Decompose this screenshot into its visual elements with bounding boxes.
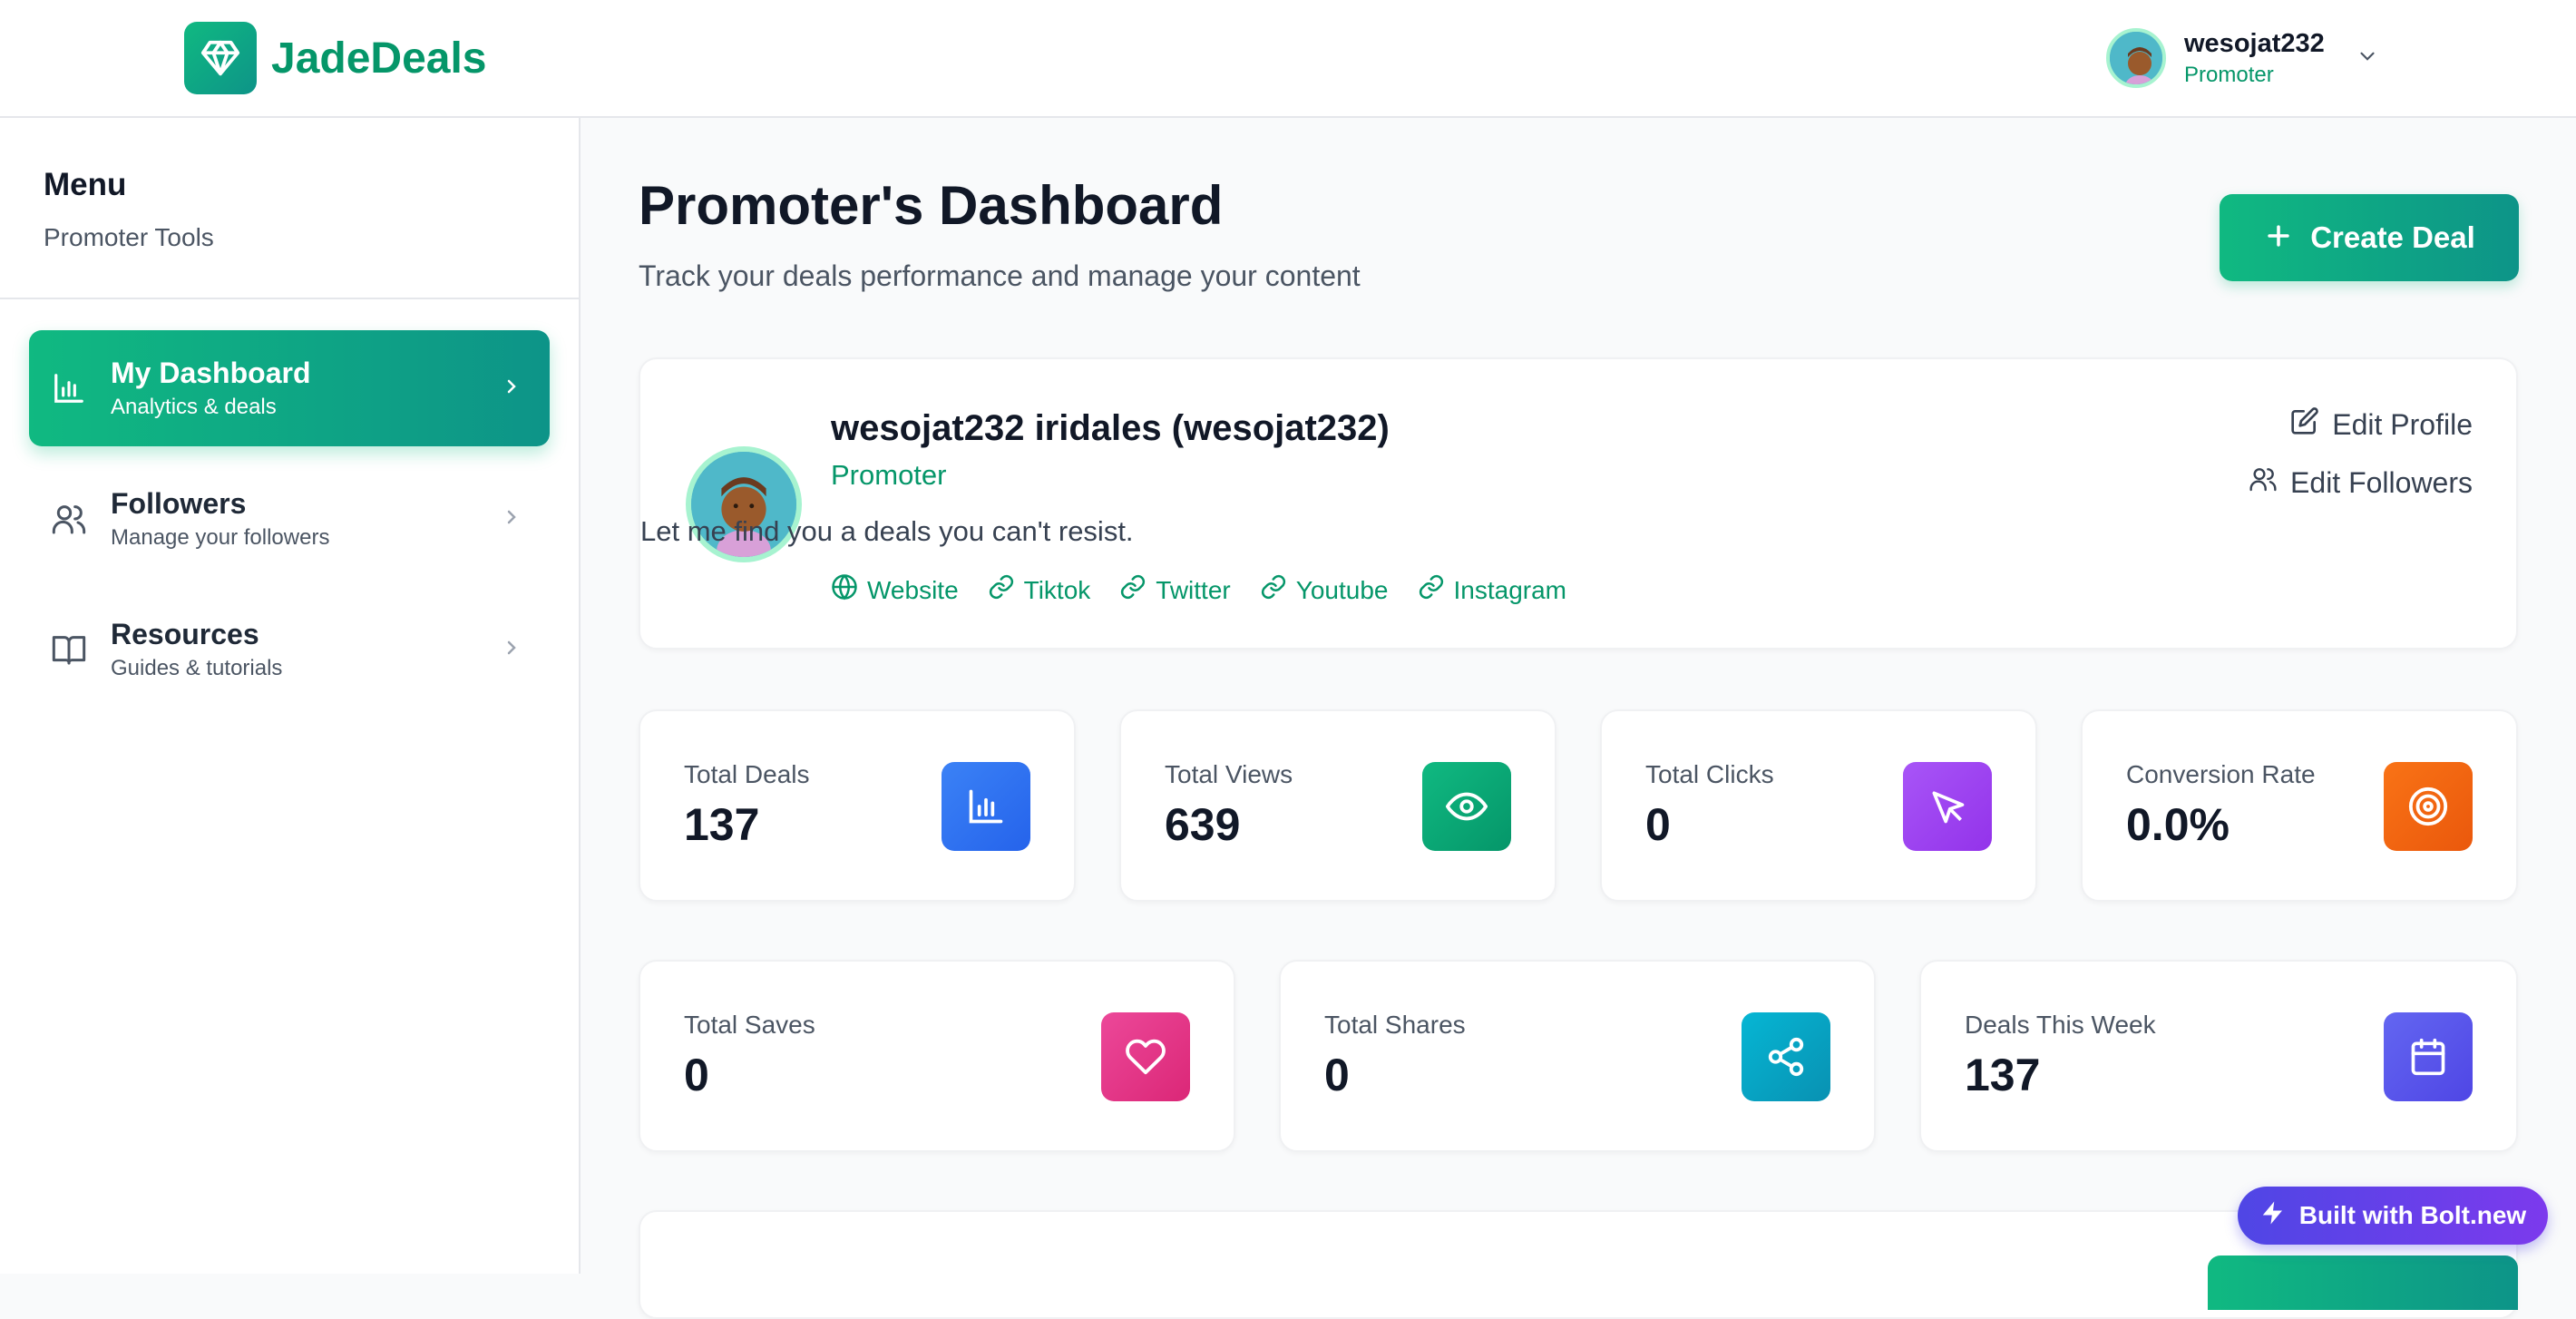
stat-card-total-shares: Total Shares 0: [1279, 960, 1876, 1152]
users-icon: [49, 499, 89, 539]
user-role: Promoter: [2184, 63, 2274, 87]
sidebar-item-resources[interactable]: Resources Guides & tutorials: [29, 591, 550, 708]
stat-value: 0.0%: [2126, 799, 2230, 850]
stat-value: 137: [684, 799, 760, 850]
profile-name: wesojat232 iridales (wesojat232): [831, 408, 1390, 448]
stat-value: 0: [1324, 1050, 1350, 1100]
link-icon: [1119, 573, 1147, 607]
youtube-link[interactable]: Youtube: [1260, 573, 1389, 607]
link-label: Website: [867, 575, 959, 604]
website-link[interactable]: Website: [831, 573, 959, 607]
stat-card-total-views: Total Views 639: [1119, 709, 1556, 902]
stat-card-total-saves: Total Saves 0: [639, 960, 1235, 1152]
stat-label: Total Clicks: [1645, 760, 1774, 788]
stat-label: Total Shares: [1324, 1011, 1466, 1039]
app-name: JadeDeals: [271, 34, 487, 83]
calendar-icon: [2384, 1012, 2473, 1101]
cursor-icon: [1903, 762, 1992, 851]
heart-icon: [1101, 1012, 1190, 1101]
create-deal-button[interactable]: Create Deal: [2220, 194, 2519, 281]
share-icon: [1742, 1012, 1830, 1101]
book-icon: [49, 630, 89, 669]
stat-label: Total Views: [1165, 760, 1293, 788]
sidebar-subtitle: Promoter Tools: [44, 223, 214, 251]
stat-label: Conversion Rate: [2126, 760, 2316, 788]
edit-profile-button[interactable]: Edit Profile: [2290, 406, 2473, 443]
link-label: Twitter: [1156, 575, 1231, 604]
chevron-down-icon: [2356, 44, 2379, 73]
link-icon: [988, 573, 1015, 607]
sidebar-item-dashboard[interactable]: My Dashboard Analytics & deals: [29, 330, 550, 446]
link-label: Youtube: [1295, 575, 1389, 604]
users-icon: [2249, 464, 2278, 501]
sidebar-item-desc: Guides & tutorials: [111, 656, 283, 680]
instagram-link[interactable]: Instagram: [1418, 573, 1567, 607]
twitter-link[interactable]: Twitter: [1119, 573, 1231, 607]
edit-profile-label: Edit Profile: [2332, 407, 2473, 441]
stat-value: 639: [1165, 799, 1241, 850]
badge-label: Built with Bolt.new: [2298, 1201, 2527, 1229]
sidebar-item-desc: Analytics & deals: [111, 395, 277, 419]
edit-followers-label: Edit Followers: [2290, 465, 2473, 499]
sidebar-item-desc: Manage your followers: [111, 525, 330, 550]
profile-bio: Let me find you a deals you can't resist…: [640, 515, 1134, 547]
sidebar-item-label: Resources: [111, 618, 259, 650]
bar-chart-icon: [49, 368, 89, 408]
link-icon: [1260, 573, 1287, 607]
user-name: wesojat232: [2184, 29, 2325, 58]
section-action-button[interactable]: [2208, 1255, 2518, 1310]
plus-icon: [2263, 220, 2294, 256]
stat-label: Deals This Week: [1965, 1011, 2156, 1039]
link-label: Tiktok: [1023, 575, 1091, 604]
stat-card-deals-this-week: Deals This Week 137: [1919, 960, 2518, 1152]
app-logo[interactable]: JadeDeals: [184, 22, 487, 94]
stat-label: Total Deals: [684, 760, 810, 788]
avatar: [2106, 28, 2166, 88]
stat-card-total-deals: Total Deals 137: [639, 709, 1076, 902]
sidebar-title: Menu: [44, 167, 127, 202]
edit-icon: [2290, 406, 2319, 443]
chevron-right-icon: [501, 637, 522, 663]
eye-icon: [1422, 762, 1511, 851]
target-icon: [2384, 762, 2473, 851]
sidebar: Menu Promoter Tools My Dashboard Analyti…: [0, 118, 581, 1274]
stat-card-total-clicks: Total Clicks 0: [1600, 709, 2037, 902]
edit-followers-button[interactable]: Edit Followers: [2249, 464, 2473, 501]
gem-icon: [184, 22, 257, 94]
link-label: Instagram: [1453, 575, 1567, 604]
profile-card: wesojat232 iridales (wesojat232) Promote…: [639, 357, 2518, 650]
stat-card-conversion-rate: Conversion Rate 0.0%: [2081, 709, 2518, 902]
page-subtitle: Track your deals performance and manage …: [639, 259, 1361, 292]
globe-icon: [831, 573, 858, 607]
sidebar-item-label: My Dashboard: [111, 357, 311, 389]
page-title: Promoter's Dashboard: [639, 175, 1224, 236]
stat-value: 0: [684, 1050, 709, 1100]
sidebar-item-label: Followers: [111, 487, 247, 520]
chevron-right-icon: [501, 376, 522, 402]
lightning-icon: [2259, 1199, 2287, 1233]
stat-value: 137: [1965, 1050, 2041, 1100]
chevron-right-icon: [501, 506, 522, 532]
create-deal-label: Create Deal: [2310, 220, 2475, 254]
user-menu[interactable]: wesojat232 Promoter: [2106, 27, 2379, 89]
tiktok-link[interactable]: Tiktok: [988, 573, 1091, 607]
sidebar-header: Menu Promoter Tools: [0, 118, 579, 299]
built-with-bolt-badge[interactable]: Built with Bolt.new: [2238, 1187, 2548, 1245]
bar-chart-icon: [942, 762, 1030, 851]
link-icon: [1418, 573, 1445, 607]
top-bar: JadeDeals wesojat232 Promoter: [0, 0, 2576, 118]
stat-value: 0: [1645, 799, 1671, 850]
profile-role: Promoter: [831, 459, 947, 491]
profile-links: Website Tiktok Twitter Youtube Instagram: [831, 573, 1595, 607]
stat-label: Total Saves: [684, 1011, 815, 1039]
sidebar-item-followers[interactable]: Followers Manage your followers: [29, 461, 550, 577]
